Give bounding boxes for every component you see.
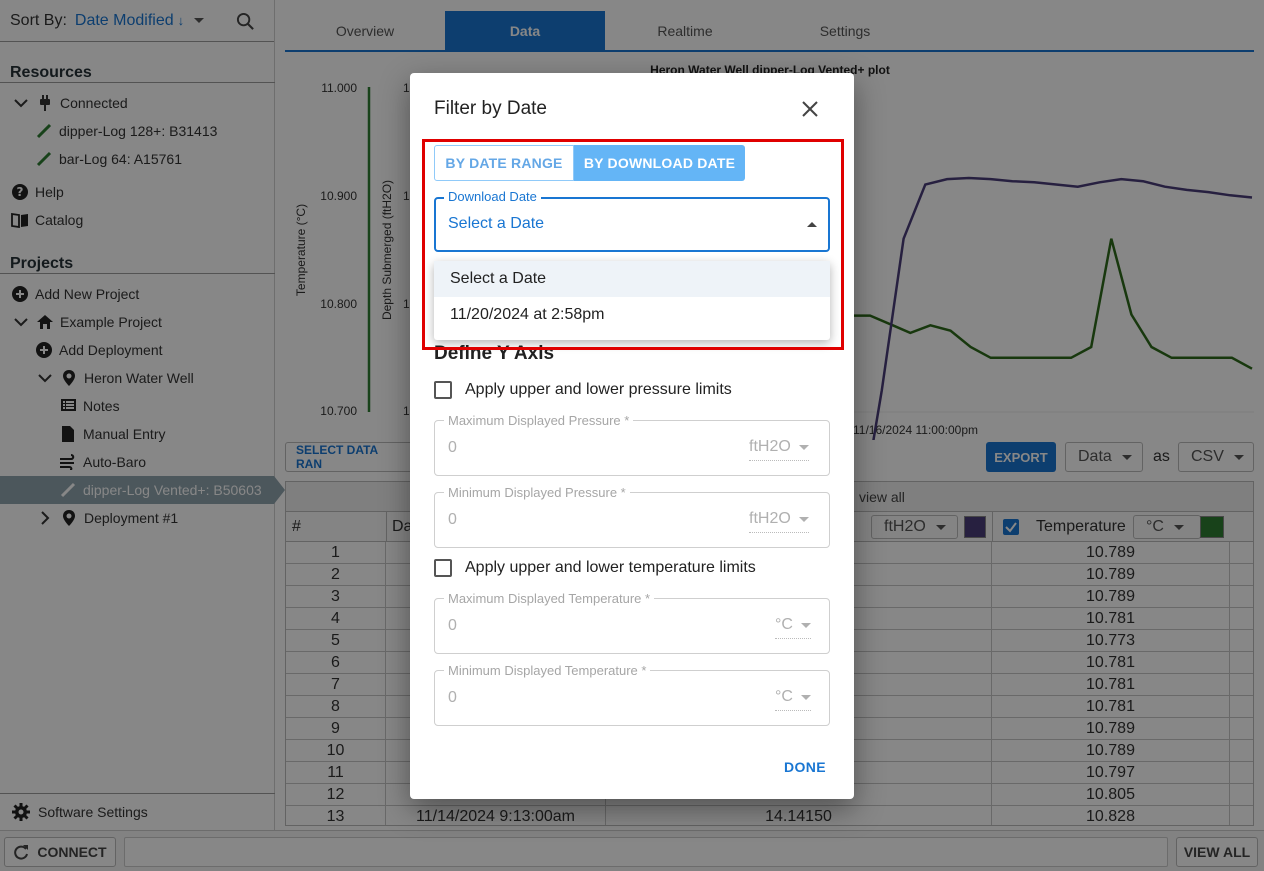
chevron-down-icon [800,694,811,700]
chevron-down-icon [800,622,811,628]
min-temperature-label: Minimum Displayed Temperature * [444,663,651,678]
done-button[interactable]: DONE [784,759,826,775]
max-pressure-unit-select[interactable]: ftH2O [749,438,809,461]
min-temperature-unit-select[interactable]: °C [775,688,811,711]
min-pressure-label: Minimum Displayed Pressure * [444,485,630,500]
temperature-unit-value: °C [775,688,793,705]
close-icon[interactable] [800,99,820,119]
temperature-limits-checkbox[interactable] [434,559,452,577]
pressure-limits-label: Apply upper and lower pressure limits [465,381,732,398]
max-temperature-unit-select[interactable]: °C [775,616,811,639]
max-temperature-value[interactable]: 0 [448,617,457,635]
max-temperature-field[interactable] [434,598,830,654]
pressure-limits-checkbox[interactable] [434,381,452,399]
pressure-unit-value: ftH2O [749,510,791,527]
dialog-title: Filter by Date [434,98,547,119]
chevron-down-icon [798,444,809,450]
min-temperature-value[interactable]: 0 [448,689,457,707]
min-temperature-field[interactable] [434,670,830,726]
highlight-box [422,139,844,350]
min-pressure-value[interactable]: 0 [448,511,457,529]
max-temperature-label: Maximum Displayed Temperature * [444,591,655,606]
chevron-down-icon [798,516,809,522]
temperature-limits-row[interactable]: Apply upper and lower temperature limits [434,559,756,577]
filter-by-date-dialog: Filter by Date BY DATE RANGE BY DOWNLOAD… [410,73,854,799]
temperature-unit-value: °C [775,616,793,633]
temperature-limits-label: Apply upper and lower temperature limits [465,559,756,576]
max-pressure-label: Maximum Displayed Pressure * [444,413,634,428]
pressure-unit-value: ftH2O [749,438,791,455]
min-pressure-unit-select[interactable]: ftH2O [749,510,809,533]
max-pressure-value[interactable]: 0 [448,439,457,457]
pressure-limits-row[interactable]: Apply upper and lower pressure limits [434,381,732,399]
